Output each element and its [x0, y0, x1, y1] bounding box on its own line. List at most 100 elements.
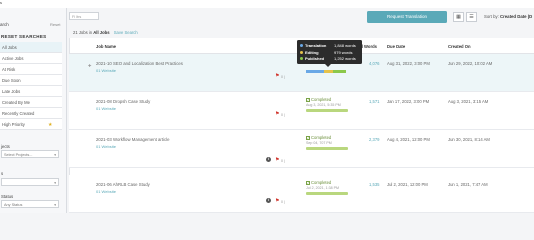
filter-dropdown-value: Fi ltrs — [72, 14, 82, 19]
tooltip-line-label: Translation — [305, 43, 327, 48]
list-view-icon[interactable]: ☰ — [466, 12, 477, 22]
tooltip-translation-label: Translation — [300, 43, 326, 48]
status-label: Completed — [311, 180, 332, 185]
sidebar-search-header: arch Reset — [0, 18, 67, 32]
progress-bar[interactable] — [306, 192, 348, 195]
tooltip-published-value: 1,252 words — [334, 56, 356, 61]
sidebar-item-label: All Jobs — [2, 45, 17, 50]
created-date: Aug 3, 2021, 3:15 AM — [448, 99, 489, 104]
sidebar-item-at-risk[interactable]: At Risk — [0, 64, 62, 75]
jobs-scope: All Jobs — [93, 30, 110, 35]
status-filter-title: Status — [1, 194, 14, 199]
created-date: Jun 29, 2022, 10:02 AM — [448, 61, 493, 66]
status-date: Sep 04, 707 PM — [306, 141, 332, 145]
tooltip-arrow — [325, 64, 331, 67]
sort-control[interactable]: Sort by: Created Date (D — [484, 14, 532, 19]
sidebar-item-label: Active Jobs — [2, 56, 24, 61]
sidebar-item-all-jobs[interactable]: All Jobs — [0, 42, 62, 53]
flag-icon[interactable]: ⚑ — [275, 111, 279, 117]
filter-select[interactable]: ▾ — [1, 178, 59, 186]
due-date: Aug 31, 2022, 3:00 PM — [387, 61, 430, 66]
translation-dot — [300, 44, 303, 48]
checkbox-icon: ✓ — [306, 180, 310, 185]
status-date: Jul 2, 2021, 1:38 PM — [306, 186, 339, 190]
chevron-down-icon: ▾ — [54, 202, 56, 207]
progress-bar[interactable] — [306, 70, 346, 73]
table-row[interactable]: 2021-03 Workflow Management article 01 W… — [69, 130, 534, 168]
header-due-date[interactable]: Due Date — [387, 44, 405, 49]
job-name-link[interactable]: 2021-03 Workflow Management article — [96, 137, 169, 142]
job-name-link[interactable]: 2021-08 Dropsh Case Study — [96, 99, 150, 104]
top-tab-label: s — [0, 0, 2, 5]
status-select[interactable]: Any Status ▾ — [1, 200, 59, 208]
total-words: 1,571 — [369, 99, 380, 104]
sidebar-item-created-by-me[interactable]: Created By Me — [0, 97, 62, 108]
total-words: 4,076 — [369, 61, 380, 66]
jobs-summary: 21 Jobs in All Jobs Save Search — [73, 30, 138, 35]
job-name-link[interactable]: 2021-06 AhRLB Case Study — [96, 182, 150, 187]
chevron-down-icon: ▾ — [54, 180, 56, 185]
flag-icon[interactable]: ⚑ — [275, 73, 279, 79]
table-row[interactable]: 2021-06 AhRLB Case Study 01 Website ✓Com… — [69, 175, 534, 213]
tooltip-line-label: Published — [305, 56, 325, 61]
chevron-down-icon: ▾ — [54, 152, 56, 157]
comment-count: 0 | — [281, 158, 285, 163]
sidebar-item-recently-created[interactable]: Recently Created — [0, 108, 62, 119]
search-label: arch — [0, 22, 9, 27]
job-name-link[interactable]: 2021-10 SEO and Localization Best Practi… — [96, 61, 183, 66]
sidebar-item-label: Recently Created — [2, 111, 35, 116]
sidebar-item-active-jobs[interactable]: Active Jobs — [0, 53, 62, 64]
sidebar-item-high-priority[interactable]: High Priority ★ — [0, 119, 62, 130]
editing-segment — [324, 70, 333, 73]
flag-icon[interactable]: ⚑ — [275, 198, 279, 204]
due-date: Aug 4, 2021, 12:00 PM — [387, 137, 430, 142]
expand-icon[interactable]: ✚ — [88, 63, 91, 68]
progress-bar[interactable] — [306, 147, 348, 150]
sidebar-item-label: High Priority — [2, 122, 25, 127]
due-date: Jul 2, 2021, 12:00 PM — [387, 182, 428, 187]
status-badge: ✓Completed — [306, 180, 331, 185]
projects-filter-title: jects — [1, 144, 10, 149]
checkbox-icon: ✓ — [306, 135, 310, 140]
grid-view-icon[interactable]: ▦ — [453, 12, 464, 22]
reset-link[interactable]: Reset — [50, 22, 60, 27]
tooltip-published-label: Published — [300, 56, 324, 61]
status-date: Aug 3, 2021, 5:35 PM — [306, 103, 341, 107]
progress-tooltip: Translation 1,848 words Editing 979 word… — [297, 40, 362, 67]
due-date: Jan 17, 2022, 3:00 PM — [387, 99, 430, 104]
sidebar-item-label: Late Jobs — [2, 89, 21, 94]
info-icon[interactable]: i — [266, 198, 271, 203]
info-icon[interactable]: i — [266, 157, 271, 162]
published-dot — [300, 57, 303, 61]
status-select-value: Any Status — [4, 202, 23, 207]
sort-label: Sort by: — [484, 14, 499, 19]
sidebar-item-label: Created By Me — [2, 100, 30, 105]
projects-select-value: Select Projects... — [4, 152, 33, 157]
request-translation-button[interactable]: Request Translation — [367, 11, 447, 23]
sidebar-item-due-soon[interactable]: Due Soon — [0, 75, 62, 86]
header-job-name[interactable]: Job Name — [96, 44, 116, 49]
sidebar-item-late-jobs[interactable]: Late Jobs — [0, 86, 62, 97]
preset-searches-heading: RESET SEARCHES — [0, 32, 67, 42]
created-date: Jun 30, 2021, 8:14 AM — [448, 137, 490, 142]
preset-searches-title: RESET SEARCHES — [1, 34, 47, 39]
published-segment — [333, 70, 346, 73]
created-date: Jun 1, 2021, 7:47 AM — [448, 182, 488, 187]
header-created-on[interactable]: Created On — [448, 44, 471, 49]
filter-dropdown[interactable]: Fi ltrs — [69, 12, 99, 20]
table-row[interactable]: 2021-08 Dropsh Case Study 01 Website ✓Co… — [69, 92, 534, 130]
job-project[interactable]: 01 Website — [96, 68, 116, 73]
job-project[interactable]: 01 Website — [96, 189, 116, 194]
job-project[interactable]: 01 Website — [96, 106, 116, 111]
save-search-link[interactable]: Save Search — [114, 30, 138, 35]
filter-title: s — [1, 171, 4, 176]
top-bar: s — [0, 0, 534, 8]
progress-bar[interactable] — [306, 109, 348, 112]
sidebar: arch Reset RESET SEARCHES All Jobs Activ… — [0, 8, 67, 213]
job-project[interactable]: 01 Website — [96, 144, 116, 149]
status-label: Completed — [311, 135, 332, 140]
comment-count: 0 | — [281, 199, 285, 204]
projects-select[interactable]: Select Projects... ▾ — [1, 150, 59, 158]
sidebar-item-label: At Risk — [2, 67, 16, 72]
flag-icon[interactable]: ⚑ — [275, 157, 279, 163]
